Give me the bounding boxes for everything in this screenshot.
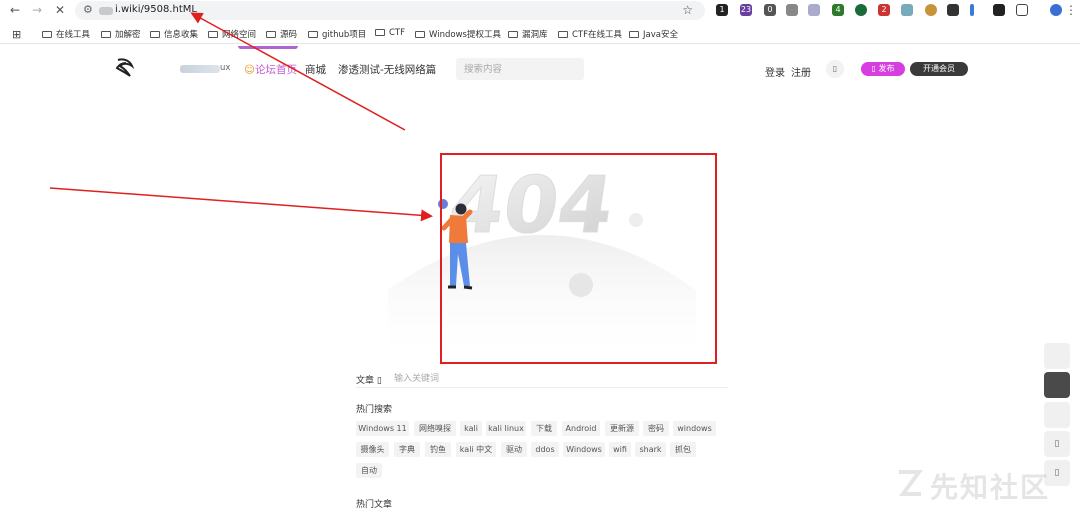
publish-button[interactable]: ▯ 发布: [861, 62, 905, 76]
extension-icon[interactable]: [808, 4, 820, 16]
bookmark-folder[interactable]: 加解密: [101, 28, 141, 40]
folder-icon: [208, 31, 218, 38]
folder-icon: [558, 31, 568, 38]
tag[interactable]: kali: [460, 421, 482, 436]
extension-icon[interactable]: [970, 4, 974, 16]
login-link[interactable]: 登录: [765, 64, 785, 79]
site-header: ux ☺论坛首页 商城 渗透测试-无线网络篇 登录 注册 ▯ ▯ 发布 开通会员: [0, 46, 1080, 92]
bookmark-folder[interactable]: 网络空间: [208, 28, 256, 40]
bookmark-folder[interactable]: 信息收集: [150, 28, 198, 40]
tag[interactable]: ddos: [531, 442, 559, 457]
extensions-puzzle-icon[interactable]: [1016, 4, 1028, 16]
float-button[interactable]: [1044, 402, 1070, 428]
arrow-to-404: [49, 187, 433, 222]
folder-icon: [150, 31, 160, 38]
extension-icon[interactable]: 23: [740, 4, 752, 16]
address-bar[interactable]: ⚙ i.wiki/9508.htML ☆: [75, 1, 705, 20]
bookmarks-bar: ⊞ 在线工具 加解密 信息收集 网络空间 源码 github项目 CTF Win…: [0, 24, 1080, 44]
folder-icon: [101, 31, 111, 38]
tag[interactable]: wifi: [609, 442, 631, 457]
extension-icon[interactable]: [855, 4, 867, 16]
extension-icon[interactable]: 0: [764, 4, 776, 16]
tag[interactable]: Windows: [563, 442, 605, 457]
profile-avatar[interactable]: [1050, 4, 1062, 16]
watermark-text: 先知社区: [930, 471, 1051, 504]
extension-icon[interactable]: 1: [716, 4, 728, 16]
active-nav-indicator: [238, 46, 298, 49]
float-button-dark[interactable]: [1044, 372, 1070, 398]
tag[interactable]: 抓包: [670, 442, 696, 457]
folder-icon: [42, 31, 52, 38]
menu-icon[interactable]: ⋮: [1064, 3, 1078, 17]
bookmark-folder[interactable]: Windows提权工具: [415, 28, 501, 40]
tag[interactable]: 密码: [643, 421, 669, 436]
tag[interactable]: 网络嗅探: [414, 421, 456, 436]
tag[interactable]: windows: [673, 421, 716, 436]
hot-search-title: 热门搜索: [356, 405, 393, 415]
watermark-logo: [899, 470, 923, 496]
username-suffix: ux: [220, 63, 231, 73]
username-redacted: [180, 65, 220, 73]
tag[interactable]: 钓鱼: [425, 442, 451, 457]
url-redacted: [99, 7, 113, 15]
bookmark-folder[interactable]: CTF在线工具: [558, 28, 622, 40]
browser-toolbar: ← → ✕ ⚙ i.wiki/9508.htML ☆ 1 23 0 4 2 ⋮: [0, 0, 1080, 22]
site-logo[interactable]: [114, 56, 136, 78]
extension-icon[interactable]: 4: [832, 4, 844, 16]
register-link[interactable]: 注册: [791, 64, 811, 79]
stop-icon[interactable]: ✕: [53, 3, 67, 17]
tag[interactable]: kali linux: [486, 421, 526, 436]
apps-icon[interactable]: ⊞: [12, 28, 21, 41]
annotation-highlight-box: [440, 153, 717, 364]
nav-pentest-wireless[interactable]: 渗透测试-无线网络篇: [338, 62, 436, 77]
extension-icon[interactable]: 2: [878, 4, 890, 16]
bookmark-folder[interactable]: CTF: [375, 28, 405, 38]
tag[interactable]: 字典: [394, 442, 420, 457]
tag[interactable]: kali 中文: [456, 442, 496, 457]
bookmark-folder[interactable]: 源码: [266, 28, 297, 40]
extension-icon[interactable]: [901, 4, 913, 16]
article-search-bar: 文章 ▯: [356, 370, 728, 388]
bookmark-folder[interactable]: 在线工具: [42, 28, 90, 40]
bookmark-star-icon[interactable]: ☆: [682, 3, 693, 17]
bookmark-folder[interactable]: 漏洞库: [508, 28, 548, 40]
folder-icon: [266, 31, 276, 38]
forward-icon[interactable]: →: [30, 3, 44, 17]
folder-icon: [629, 31, 639, 38]
tag[interactable]: 更新源: [605, 421, 639, 436]
site-info-icon[interactable]: ⚙: [83, 3, 93, 16]
folder-icon: [308, 31, 318, 38]
tag[interactable]: 下载: [531, 421, 557, 436]
tag[interactable]: Windows 11: [356, 421, 409, 436]
float-button[interactable]: ▯: [1044, 431, 1070, 457]
keyword-input[interactable]: [394, 372, 574, 386]
tag[interactable]: 自动: [356, 463, 382, 478]
url-text: i.wiki/9508.htML: [115, 4, 197, 15]
forum-icon: ☺: [244, 64, 255, 76]
folder-icon: [508, 31, 518, 38]
bookmark-folder[interactable]: github项目: [308, 28, 366, 40]
extension-icon[interactable]: [947, 4, 959, 16]
search-type-select[interactable]: 文章 ▯: [356, 373, 382, 386]
extension-icon[interactable]: [925, 4, 937, 16]
nav-forum-home[interactable]: ☺论坛首页: [244, 62, 297, 77]
tag[interactable]: Android: [562, 421, 600, 436]
bookmark-folder[interactable]: Java安全: [629, 28, 678, 40]
tag[interactable]: 驱动: [501, 442, 527, 457]
vip-member-button[interactable]: 开通会员: [910, 62, 968, 76]
tag[interactable]: shark: [635, 442, 666, 457]
extension-icon[interactable]: [993, 4, 1005, 16]
site-search-input[interactable]: [456, 58, 584, 80]
mobile-icon[interactable]: ▯: [826, 60, 844, 78]
extension-icon[interactable]: [786, 4, 798, 16]
folder-icon: [415, 31, 425, 38]
nav-shop[interactable]: 商城: [305, 62, 326, 77]
tag[interactable]: 摄像头: [356, 442, 389, 457]
hot-articles-title: 热门文章: [356, 500, 393, 510]
back-icon[interactable]: ←: [8, 3, 22, 17]
float-button[interactable]: [1044, 343, 1070, 369]
folder-icon: [375, 29, 385, 36]
